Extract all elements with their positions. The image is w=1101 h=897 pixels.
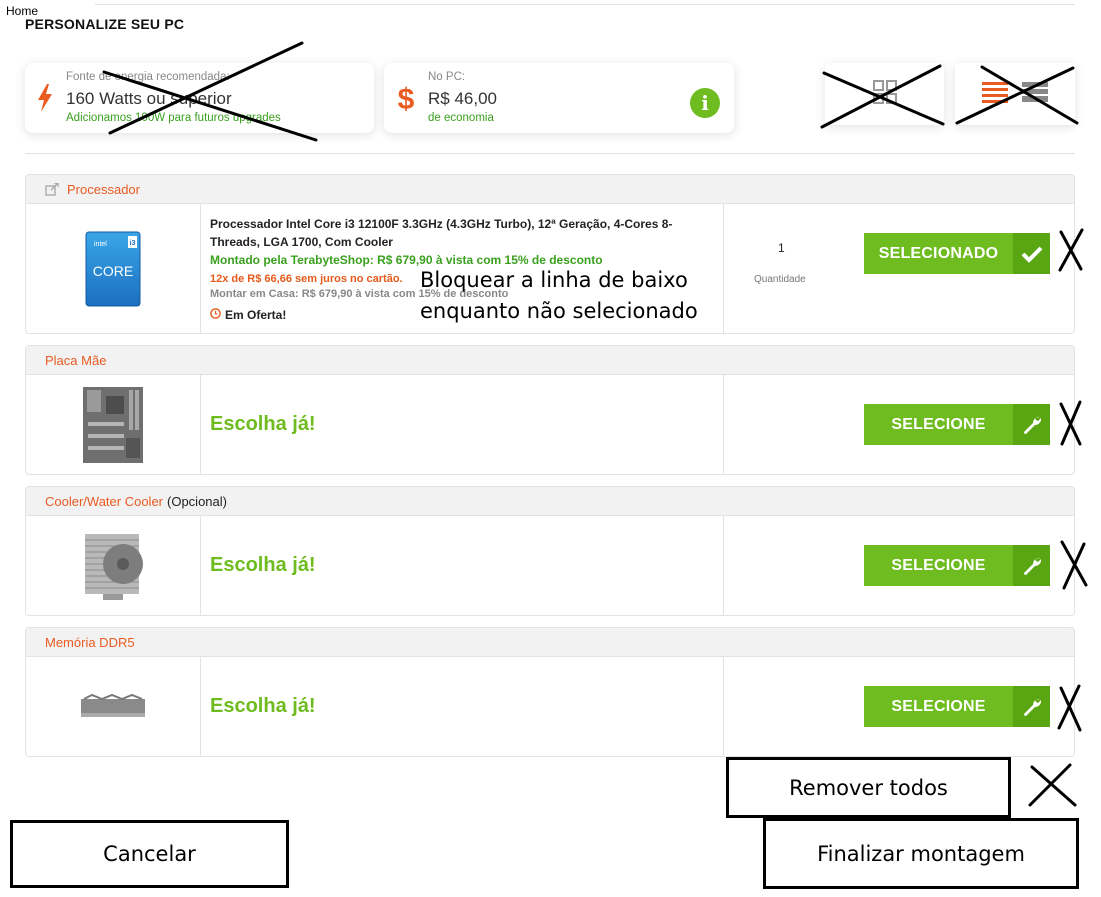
pc-label: No PC: [428, 71, 466, 83]
wrench-icon [1013, 545, 1050, 586]
wrench-icon [1013, 686, 1050, 727]
annotation-note: Bloquear a linha de baixo enquanto não s… [420, 265, 698, 327]
select-button[interactable]: SELECIONE [864, 545, 1050, 586]
grid-view-icon [872, 79, 898, 110]
select-button[interactable]: SELECIONE [864, 686, 1050, 727]
list-view-icon [982, 81, 1008, 108]
external-link-icon[interactable] [45, 182, 59, 196]
header-divider [25, 153, 1075, 154]
product-info: Escolha já! [201, 657, 724, 756]
choose-now-text[interactable]: Escolha já! [210, 554, 316, 577]
product-image [26, 657, 201, 756]
section-title: Memória DDR5 [45, 634, 135, 650]
finish-build-button[interactable]: Finalizar montagem [763, 818, 1079, 889]
memory-module-image [81, 693, 145, 717]
remove-all-button[interactable]: Remover todos [726, 757, 1011, 818]
svg-text:i3: i3 [130, 240, 136, 247]
section-memory: Memória DDR5 Escolha já! SELECIONE [25, 627, 1075, 757]
cpu-box-image: intel i3 CORE [85, 231, 141, 307]
select-label: SELECIONE [864, 545, 1013, 586]
optional-label: (Opcional) [167, 493, 227, 509]
info-icon[interactable]: i [690, 88, 720, 118]
pc-savings-card: $ No PC: R$ 46,00 de economia i [384, 63, 734, 133]
wrench-icon [1013, 404, 1050, 445]
motherboard-image [83, 387, 143, 463]
pc-savings-value: R$ 46,00 [428, 89, 497, 108]
offer-badge: Em Oferta! [210, 308, 286, 322]
select-button[interactable]: SELECIONE [864, 404, 1050, 445]
check-icon [1013, 233, 1050, 274]
section-motherboard: Placa Mãe Escolha já! SELECIONE [25, 345, 1075, 475]
annotation-line-1: Bloquear a linha de baixo [420, 268, 688, 292]
svg-text:CORE: CORE [93, 263, 133, 279]
section-title: Placa Mãe [45, 352, 107, 368]
installments-price: 12x de R$ 66,66 sem juros no cartão. [210, 273, 403, 285]
svg-text:intel: intel [94, 241, 107, 248]
power-value: 160 Watts ou superior [66, 89, 232, 108]
choose-now-text[interactable]: Escolha já! [210, 695, 316, 718]
section-header: Memória DDR5 [26, 628, 1074, 657]
product-info: Escolha já! [201, 516, 724, 615]
cooler-image [85, 534, 143, 600]
page-title: PERSONALIZE SEU PC [25, 16, 185, 32]
selected-button[interactable]: SELECIONADO [864, 233, 1050, 274]
section-title: Cooler/Water Cooler [45, 493, 164, 509]
offer-text: Em Oferta! [225, 308, 287, 322]
remove-all-cross [1030, 765, 1077, 807]
compact-list-icon [1022, 81, 1048, 108]
power-label: Fonte de energia recomendada: [66, 71, 230, 83]
pc-savings-note: de economia [428, 112, 494, 124]
section-header: Cooler/Water Cooler (Opcional) [26, 487, 1074, 516]
product-image[interactable]: intel i3 CORE [26, 204, 201, 333]
section-header: Placa Mãe [26, 346, 1074, 375]
selected-label: SELECIONADO [864, 233, 1013, 274]
power-note: Adicionamos 100W para futuros upgrades [66, 112, 281, 124]
grid-view-button[interactable] [825, 63, 944, 125]
section-header: Processador [26, 175, 1074, 204]
choose-now-text[interactable]: Escolha já! [210, 413, 316, 436]
quantity-label: Quantidade [754, 274, 806, 285]
product-image [26, 375, 201, 474]
svg-text:$: $ [398, 83, 415, 115]
cancel-button[interactable]: Cancelar [10, 820, 289, 888]
list-view-button[interactable] [955, 63, 1075, 125]
product-info: Escolha já! [201, 375, 724, 474]
dollar-icon: $ [394, 81, 418, 115]
section-cooler: Cooler/Water Cooler (Opcional) Escolha j… [25, 486, 1075, 616]
power-supply-card: Fonte de energia recomendada: 160 Watts … [25, 63, 374, 133]
top-divider [95, 4, 1075, 5]
select-label: SELECIONE [864, 404, 1013, 445]
lightning-icon [33, 81, 57, 115]
product-image [26, 516, 201, 615]
clock-icon [210, 308, 221, 322]
select-label: SELECIONE [864, 686, 1013, 727]
section-title: Processador [67, 181, 140, 197]
quantity-value[interactable]: 1 [778, 241, 785, 255]
annotation-line-2: enquanto não selecionado [420, 299, 698, 323]
product-name[interactable]: Processador Intel Core i3 12100F 3.3GHz … [210, 215, 690, 251]
